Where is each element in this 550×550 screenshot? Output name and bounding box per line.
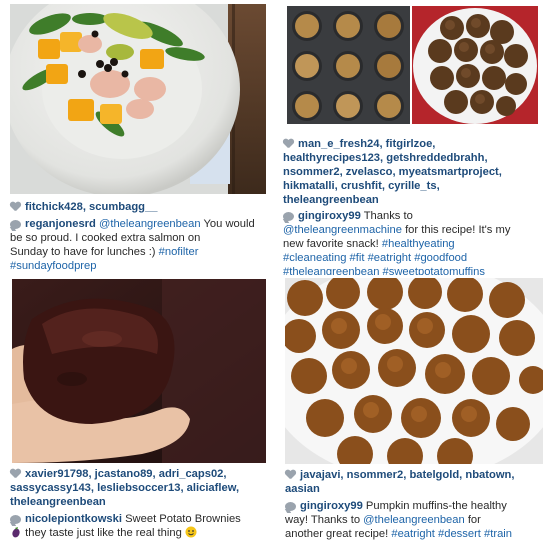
brownie-image: [12, 279, 266, 463]
comment-text: Pumpkin muffins-the healthy: [362, 500, 507, 512]
hashtag[interactable]: #nofilter: [159, 246, 199, 258]
heart-icon: [10, 202, 21, 212]
comment-text: Thanks to: [360, 210, 413, 222]
likes-row: man_e_fresh24, fitgirlzoe,: [283, 137, 548, 151]
comment-mention[interactable]: @theleangreenbean: [99, 218, 201, 230]
comment-mention[interactable]: @theleangreenmachine: [283, 224, 402, 236]
comment-text: Sunday to have for lunches :): [10, 246, 159, 258]
comment-username[interactable]: gingiroxy99: [298, 210, 361, 222]
likers-list[interactable]: hikmatalli, crushfit, cyrille_ts,: [283, 179, 548, 193]
comment-username[interactable]: nicolepiontkowski: [25, 513, 122, 525]
comment-text-line: @theleangreenmachine for this recipe! It…: [283, 223, 548, 237]
pumpkin-caption: javajavi, nsommer2, batelgold, nbatown, …: [285, 468, 547, 541]
comment-text: they taste just like the real thing: [22, 527, 185, 539]
heart-icon: [285, 470, 296, 480]
muffin-tin-photo[interactable]: [287, 6, 410, 124]
comment-row: reganjonesrd @theleangreenbean You would: [10, 217, 270, 231]
post-sweet-potato-muffins: man_e_fresh24, fitgirlzoe, healthyrecipe…: [275, 0, 550, 275]
muffins-plate-photo[interactable]: [412, 6, 538, 124]
likers-list[interactable]: man_e_fresh24, fitgirlzoe,: [298, 138, 435, 150]
likers-list[interactable]: nsommer2, zvelasco, myeatsmartproject,: [283, 165, 548, 179]
likers-list[interactable]: theleangreenbean: [283, 193, 548, 207]
comment-username[interactable]: gingiroxy99: [300, 500, 363, 512]
hashtag[interactable]: #healthyeating: [382, 238, 455, 250]
hashtag[interactable]: #sundayfoodprep: [10, 259, 270, 273]
comment-text: for this recipe! It's my: [401, 224, 511, 236]
muffin-tin-image: [287, 6, 410, 124]
heart-icon: [10, 469, 21, 479]
hashtag[interactable]: #eatright #dessert #train: [391, 528, 512, 540]
comment-text: Sweet Potato Brownies: [121, 513, 241, 525]
smiley-emoji-icon: [185, 526, 197, 538]
comment-username[interactable]: reganjonesrd: [25, 218, 96, 230]
post-salmon-salad: fitchick428, scumbagg__ reganjonesrd @th…: [0, 0, 275, 275]
hashtag[interactable]: #theleangreenbean #sweetpotatomuffins: [283, 265, 548, 275]
hashtag[interactable]: #cleaneating #fit #eatright #goodfood: [283, 251, 548, 265]
post-pumpkin-muffins: javajavi, nsommer2, batelgold, nbatown, …: [275, 275, 550, 550]
muffins-caption: man_e_fresh24, fitgirlzoe, healthyrecipe…: [283, 137, 548, 275]
heart-icon: [283, 139, 294, 149]
salmon-caption: fitchick428, scumbagg__ reganjonesrd @th…: [10, 200, 270, 273]
likers-list[interactable]: javajavi, nsommer2, batelgold, nbatown,: [300, 469, 514, 481]
brownies-caption: xavier91798, jcastano89, adri_caps02, sa…: [10, 467, 272, 540]
likers-list[interactable]: fitchick428, scumbagg__: [25, 201, 157, 213]
comment-text: for: [464, 514, 481, 526]
comment-text-line: be so proud. I cooked extra salmon on: [10, 232, 201, 244]
brownie-photo[interactable]: [12, 279, 266, 463]
comment-text-line: Sunday to have for lunches :) #nofilter: [10, 245, 270, 259]
eggplant-emoji-icon: [12, 527, 20, 538]
likes-row: javajavi, nsommer2, batelgold, nbatown,: [285, 468, 547, 482]
comment-text-line: way! Thanks to @theleangreenbean for: [285, 513, 547, 527]
comment-bubble-icon: [10, 515, 21, 524]
likes-row: fitchick428, scumbagg__: [10, 200, 270, 214]
comment-text: new favorite snack!: [283, 238, 382, 250]
muffins-plate-image: [412, 6, 538, 124]
likers-list[interactable]: theleangreenbean: [10, 495, 272, 509]
comment-text: way! Thanks to: [285, 514, 364, 526]
comment-text-line: new favorite snack! #healthyeating: [283, 237, 548, 251]
likers-list[interactable]: aasian: [285, 482, 547, 496]
comment-bubble-icon: [285, 502, 296, 511]
comment-text: another great recipe!: [285, 528, 392, 540]
comment-text-line: another great recipe! #eatright #dessert…: [285, 527, 547, 541]
comment-row: gingiroxy99 Pumpkin muffins-the healthy: [285, 499, 547, 513]
pumpkin-muffins-image: [285, 278, 543, 464]
comment-text: You would: [200, 218, 255, 230]
likers-list[interactable]: sassycassy143, lesliebsoccer13, aliciafl…: [10, 481, 272, 495]
salmon-salad-photo[interactable]: [10, 4, 266, 194]
comment-row: gingiroxy99 Thanks to: [283, 209, 548, 223]
comment-bubble-icon: [10, 220, 21, 229]
likers-list[interactable]: healthyrecipes123, getshreddedbrahh,: [283, 151, 548, 165]
pumpkin-muffins-photo[interactable]: [285, 278, 543, 464]
comment-bubble-icon: [283, 212, 294, 221]
comment-mention[interactable]: @theleangreenbean: [363, 514, 465, 526]
comment-row: nicolepiontkowski Sweet Potato Brownies: [10, 512, 272, 526]
salmon-salad-image: [10, 4, 266, 194]
likes-row: xavier91798, jcastano89, adri_caps02,: [10, 467, 272, 481]
post-brownies: xavier91798, jcastano89, adri_caps02, sa…: [0, 275, 275, 550]
likers-list[interactable]: xavier91798, jcastano89, adri_caps02,: [25, 468, 227, 480]
comment-text-line: they taste just like the real thing: [10, 526, 272, 540]
